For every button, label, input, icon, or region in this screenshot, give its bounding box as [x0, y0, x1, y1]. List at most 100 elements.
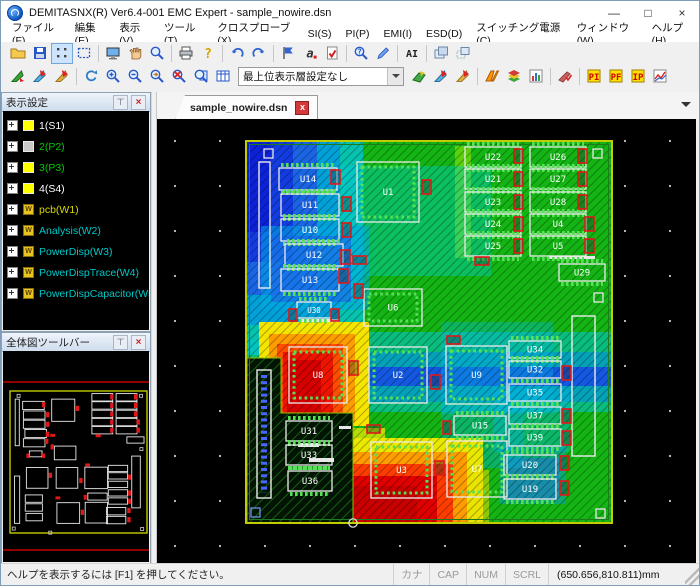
capacitor[interactable] [562, 431, 571, 445]
probe-card-icon[interactable] [408, 66, 430, 87]
layer-tree-item[interactable]: 1(S1) [7, 115, 149, 136]
check-doc-icon[interactable] [321, 43, 343, 64]
capacitor[interactable] [578, 172, 587, 186]
expand-plus-icon[interactable] [7, 225, 18, 236]
menu-item[interactable]: PI(P) [339, 27, 377, 41]
pin-icon[interactable]: ⊤ [113, 335, 128, 350]
capacitor[interactable] [349, 361, 358, 375]
probe-red-1-icon[interactable] [29, 66, 51, 87]
tab-list-dropdown-icon[interactable] [681, 102, 691, 112]
folder-open-icon[interactable] [7, 43, 29, 64]
zoom-page-icon[interactable] [190, 66, 212, 87]
layer-tree-item[interactable]: 3(P3) [7, 157, 149, 178]
help-icon[interactable]: ? [197, 43, 219, 64]
pcb-canvas[interactable]: U14U11U10U12U13U30U1U6U8U2U9U3U7U22U21U2… [157, 119, 696, 564]
pi-badge-2-icon[interactable]: PF [605, 66, 627, 87]
print-icon[interactable] [175, 43, 197, 64]
layer-tree-item[interactable]: 4(S4) [7, 178, 149, 199]
expand-plus-icon[interactable] [7, 120, 18, 131]
capacitor[interactable] [585, 217, 594, 231]
capacitor[interactable] [422, 180, 431, 194]
capacitor[interactable] [562, 366, 571, 380]
capacitor[interactable] [578, 195, 587, 209]
capacitor[interactable] [585, 239, 594, 253]
expand-plus-icon[interactable] [7, 183, 18, 194]
capacitor[interactable] [339, 269, 348, 283]
capacitor[interactable] [514, 217, 523, 231]
capacitor[interactable] [443, 421, 451, 434]
pcb-board[interactable]: U14U11U10U12U13U30U1U6U8U2U9U3U7U22U21U2… [245, 140, 613, 527]
pi-badge-3-icon[interactable]: IP [627, 66, 649, 87]
capacitor[interactable] [331, 309, 339, 321]
tab-close-icon[interactable]: x [295, 101, 309, 115]
document-tab[interactable]: sample_nowire.dsn x [175, 95, 318, 120]
zoom-area-icon[interactable] [146, 43, 168, 64]
capacitor[interactable] [367, 425, 380, 433]
refresh-icon[interactable] [80, 66, 102, 87]
pcb-heatmap-view[interactable]: U14U11U10U12U13U30U1U6U8U2U9U3U7U22U21U2… [157, 119, 698, 566]
panel-close-icon[interactable]: × [131, 335, 146, 350]
pan-hand-icon[interactable] [124, 43, 146, 64]
capacitor[interactable] [431, 375, 440, 389]
flag-icon[interactable] [277, 43, 299, 64]
chart-icon[interactable] [525, 66, 547, 87]
capacitor[interactable] [560, 456, 569, 470]
chevron-down-icon[interactable] [387, 68, 403, 85]
layer-tree-item[interactable]: Wpcb(W1) [7, 199, 149, 220]
probe-red-2-icon[interactable] [51, 66, 73, 87]
capacitor[interactable] [435, 461, 444, 475]
zoom-dynamic-icon[interactable] [146, 66, 168, 87]
save-icon[interactable] [29, 43, 51, 64]
probe-red-2-icon[interactable] [452, 66, 474, 87]
table-icon[interactable] [212, 66, 234, 87]
sel-dots-icon[interactable] [51, 43, 73, 64]
zoom-out-icon[interactable] [124, 66, 146, 87]
capacitor[interactable] [562, 409, 571, 423]
capacitor[interactable] [514, 195, 523, 209]
capacitor[interactable] [354, 284, 363, 298]
layer-stack-icon[interactable] [503, 66, 525, 87]
layer-tree-item[interactable]: WPowerDispTrace(W4) [7, 262, 149, 283]
graph-icon[interactable] [649, 66, 671, 87]
expand-plus-icon[interactable] [7, 288, 18, 299]
probe-red-1-icon[interactable] [430, 66, 452, 87]
menu-item[interactable]: EMI(I) [376, 27, 419, 41]
probe-green-icon[interactable] [7, 66, 29, 87]
zoom-off-icon[interactable] [168, 66, 190, 87]
capacitor[interactable] [289, 309, 297, 321]
italic-a-icon[interactable]: a [299, 43, 321, 64]
capacitor[interactable] [514, 149, 523, 163]
window-copy-icon[interactable] [430, 43, 452, 64]
layer-tree-item[interactable]: WPowerDisp(W3) [7, 241, 149, 262]
panel-close-icon[interactable]: × [131, 95, 146, 110]
layer-tree-item[interactable]: WPowerDispCapacitor(W5) [7, 283, 149, 304]
capacitor[interactable] [475, 257, 489, 265]
menu-item[interactable]: ESD(D) [419, 27, 469, 41]
menu-item[interactable]: SI(S) [301, 27, 339, 41]
capacitor[interactable] [514, 239, 523, 253]
capacitor[interactable] [560, 481, 569, 495]
zoom-in-icon[interactable] [102, 66, 124, 87]
expand-plus-icon[interactable] [7, 267, 18, 278]
expand-plus-icon[interactable] [7, 204, 18, 215]
board-overview-map[interactable] [3, 351, 149, 562]
sel-window-icon[interactable] [73, 43, 95, 64]
capacitor[interactable] [578, 149, 587, 163]
layer-tree-item[interactable]: 2(P2) [7, 136, 149, 157]
layer-tree-item[interactable]: WAnalysis(W2) [7, 220, 149, 241]
pi-badge-1-icon[interactable]: PI [583, 66, 605, 87]
expand-plus-icon[interactable] [7, 246, 18, 257]
capacitor[interactable] [447, 336, 460, 344]
monitor-icon[interactable] [102, 43, 124, 64]
layer-orange-icon[interactable] [481, 66, 503, 87]
undo-icon[interactable] [226, 43, 248, 64]
capacitor[interactable] [342, 223, 351, 237]
resize-grip[interactable] [685, 564, 699, 585]
layer-select-dropdown[interactable]: 最上位表示層設定なし [238, 67, 404, 86]
capacitor[interactable] [341, 250, 350, 264]
capacitor[interactable] [331, 170, 340, 184]
expand-plus-icon[interactable] [7, 162, 18, 173]
probe-check-icon[interactable] [554, 66, 576, 87]
expand-plus-icon[interactable] [7, 141, 18, 152]
ai-icon[interactable]: AI [401, 43, 423, 64]
